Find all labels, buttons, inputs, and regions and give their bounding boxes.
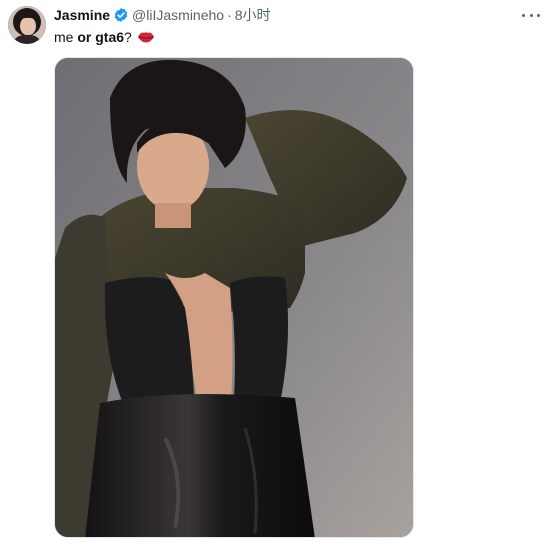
separator-dot: · xyxy=(227,7,232,23)
user-handle[interactable]: @liIJasmineho xyxy=(132,5,224,25)
tweet-text-part3: ? xyxy=(124,29,132,45)
tweet-photo[interactable] xyxy=(54,57,414,538)
kiss-mark-icon xyxy=(137,31,155,43)
tweet[interactable]: Jasmine @liIJasmineho · 8小时 me or gta6 ? xyxy=(0,0,550,544)
user-avatar[interactable] xyxy=(8,6,46,44)
tweet-text-part1: me xyxy=(54,29,74,45)
timestamp[interactable]: 8小时 xyxy=(235,5,271,25)
verified-badge-icon xyxy=(113,7,129,23)
display-name[interactable]: Jasmine xyxy=(54,5,110,25)
tweet-text-bold: or gta6 xyxy=(77,29,125,45)
tweet-text: me or gta6 ? xyxy=(54,27,155,47)
more-icon[interactable] xyxy=(520,6,542,24)
tweet-header: Jasmine @liIJasmineho · 8小时 xyxy=(54,5,271,25)
